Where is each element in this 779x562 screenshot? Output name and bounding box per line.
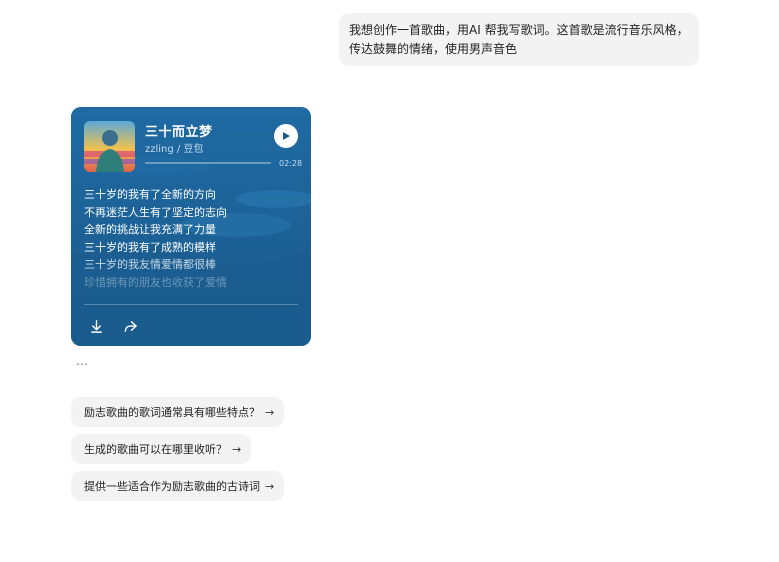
- song-author: zzling / 豆包: [145, 144, 204, 155]
- suggestion-chip[interactable]: 生成的歌曲可以在哪里收听？ →: [71, 434, 252, 464]
- suggestion-chip[interactable]: 励志歌曲的歌词通常具有哪些特点？ →: [71, 397, 285, 427]
- arrow-right-icon: →: [265, 479, 275, 493]
- user-message-text: 我想创作一首歌曲，用AI 帮我写歌词。这首歌是流行音乐风格，传达鼓舞的情绪，使用…: [349, 23, 689, 56]
- lyrics-preview: 三十岁的我有了全新的方向 不再迷茫人生有了坚定的志向 全新的挑战让我充满了力量 …: [84, 186, 298, 288]
- play-icon: [283, 132, 290, 140]
- progress-bar[interactable]: [145, 162, 271, 164]
- download-icon: [90, 319, 102, 333]
- suggestion-text: 提供一些适合作为励志歌曲的古诗词: [84, 480, 260, 493]
- song-cover-image: [84, 121, 135, 172]
- song-card[interactable]: 三十而立梦 zzling / 豆包 02:28 三十岁的我有了全新的方向 不再迷…: [71, 107, 311, 346]
- download-button[interactable]: [87, 317, 105, 335]
- suggestion-text: 励志歌曲的歌词通常具有哪些特点？: [84, 406, 260, 419]
- lyric-line: 全新的挑战让我充满了力量: [84, 223, 216, 237]
- user-message-bubble: 我想创作一首歌曲，用AI 帮我写歌词。这首歌是流行音乐风格，传达鼓舞的情绪，使用…: [339, 13, 699, 66]
- card-divider: [84, 304, 298, 305]
- song-title: 三十而立梦: [145, 125, 213, 140]
- share-button[interactable]: [121, 317, 139, 335]
- lyric-line: 三十岁的我有了成熟的模样: [84, 240, 216, 254]
- suggestion-chip[interactable]: 提供一些适合作为励志歌曲的古诗词 →: [71, 471, 285, 501]
- song-duration: 02:28: [279, 159, 303, 168]
- share-icon: [124, 320, 137, 332]
- arrow-right-icon: →: [232, 442, 242, 456]
- play-button[interactable]: [274, 124, 298, 148]
- lyric-line: 不再迷茫人生有了坚定的志向: [84, 205, 227, 219]
- arrow-right-icon: →: [265, 405, 275, 419]
- lyric-line: 三十岁的我友情爱情都很棒: [84, 258, 216, 272]
- lyric-line: 珍惜拥有的朋友也收获了爱情: [84, 275, 227, 288]
- more-options-button[interactable]: …: [76, 354, 89, 368]
- suggestion-text: 生成的歌曲可以在哪里收听？: [84, 443, 227, 456]
- lyric-line: 三十岁的我有了全新的方向: [84, 188, 216, 201]
